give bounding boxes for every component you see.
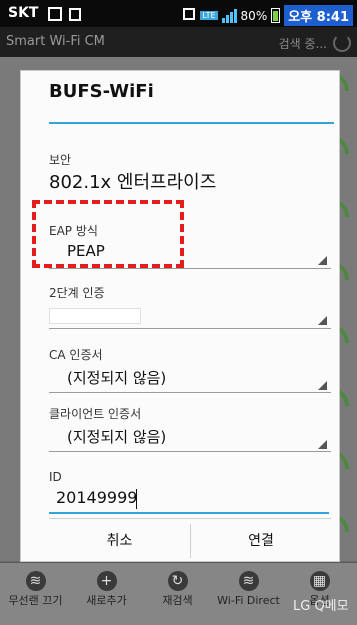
phase2-label: 2단계 인증 [49, 286, 105, 300]
dialog-title: BUFS-WiFi [49, 81, 154, 102]
lte-data-icon [48, 6, 62, 21]
signal-bars-icon [221, 8, 237, 23]
screenshot-icon [182, 7, 196, 24]
field-underline [49, 268, 331, 269]
dropdown-arrow-icon [318, 256, 327, 265]
toolbar-label: 새로추가 [86, 594, 127, 607]
toolbar-label: Wi-Fi Direct [217, 594, 280, 607]
dropdown-arrow-icon [318, 381, 327, 390]
refresh-icon: ↻ [167, 571, 188, 591]
security-value: 802.1x 엔터프라이즈 [49, 172, 217, 193]
phase2-value [49, 308, 141, 324]
status-bar: SKT LTE 80% 오후 8:41 [0, 0, 357, 27]
app-title: Smart Wi-Fi CM [6, 34, 105, 49]
toolbar-label: 무선랜 끄기 [8, 594, 63, 607]
field-underline [49, 451, 331, 452]
dropdown-arrow-icon [318, 316, 327, 325]
phone-screen: SKT LTE 80% 오후 8:41 Smart Wi-Fi CM 검색 중.… [0, 0, 357, 625]
field-underline [49, 328, 331, 329]
carrier-label: SKT [8, 5, 39, 21]
bottom-toolbar: ≋ 무선랜 끄기 + 새로추가 ↻ 재검색 ≋ Wi-Fi Direct ▦ 옵… [0, 563, 357, 625]
identity-underline [49, 512, 329, 514]
battery-icon [271, 8, 281, 23]
wifi-direct-button[interactable]: ≋ Wi-Fi Direct [213, 563, 284, 625]
client-cert-label: 클라이언트 인증서 [49, 407, 142, 421]
eap-highlight-box [32, 200, 184, 268]
title-divider [49, 122, 334, 124]
grid-icon: ▦ [309, 571, 330, 591]
wifi-off-button[interactable]: ≋ 무선랜 끄기 [0, 563, 71, 625]
app-bar: Smart Wi-Fi CM 검색 중... [0, 27, 357, 57]
ca-cert-label: CA 인증서 [49, 348, 103, 362]
qmemo-overlay-label: LG Q메모 [293, 599, 349, 614]
rescan-button[interactable]: ↻ 재검색 [142, 563, 213, 625]
client-cert-value: (지정되지 않음) [67, 428, 167, 446]
client-cert-select[interactable]: (지정되지 않음) [49, 423, 331, 451]
lte-badge: LTE [200, 11, 218, 20]
scan-status: 검색 중... [278, 37, 327, 51]
security-label: 보안 [49, 153, 72, 167]
field-underline [49, 392, 331, 393]
connect-button[interactable]: 연결 [191, 518, 331, 564]
ca-cert-select[interactable]: (지정되지 않음) [49, 364, 331, 392]
plus-icon: + [96, 571, 117, 591]
identity-input[interactable]: 20149999 [56, 488, 137, 507]
identity-label: ID [49, 470, 62, 484]
toolbar-label: 재검색 [162, 594, 193, 607]
status-right-group: LTE 80% 오후 8:41 [182, 5, 353, 26]
clipboard-icon [68, 6, 82, 21]
loading-spinner-icon [333, 34, 351, 52]
wifi-direct-icon: ≋ [238, 571, 259, 591]
cancel-button[interactable]: 취소 [49, 518, 190, 564]
battery-percent: 80% [240, 8, 268, 23]
dropdown-arrow-icon [318, 440, 327, 449]
wifi-icon: ≋ [25, 571, 46, 591]
status-time: 오후 8:41 [284, 5, 353, 26]
add-network-button[interactable]: + 새로추가 [71, 563, 142, 625]
ca-cert-value: (지정되지 않음) [67, 369, 167, 387]
options-button[interactable]: ▦ 옵션 [284, 563, 355, 625]
text-caret [136, 489, 137, 509]
